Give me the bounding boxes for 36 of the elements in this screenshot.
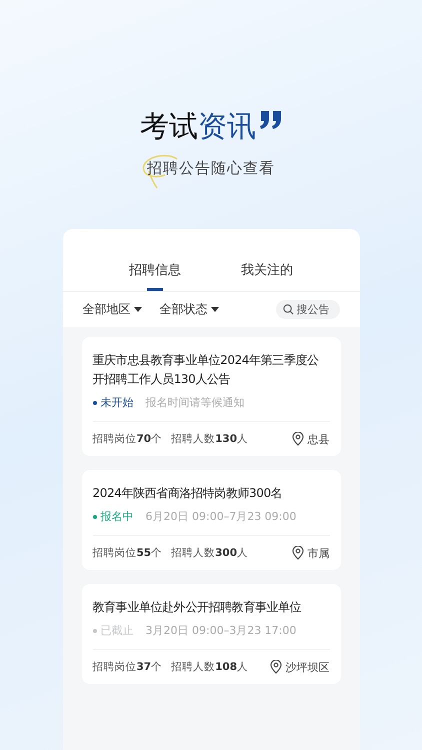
notice-title: 教育事业单位赴外公开招聘教育事业单位 [92,599,302,616]
filter-dropdown[interactable]: 全部状态 [160,301,218,318]
notice-card[interactable]: 重庆市忠县教育事业单位2024年第三季度公开招聘工作人员130人公告 未开始 报名时间请等候通知 招聘岗位70个 招聘人数130人 忠县 [82,337,340,456]
people-count: 招聘人数108人 [171,660,248,674]
quote-icon [260,111,282,129]
position-count: 招聘岗位37个 [92,660,162,674]
signup-time: 3月20日 09:00–3月23 17:00 [146,623,296,638]
location-icon [292,546,304,560]
notice-title: 2024年陕西省商洛招特岗教师300名 [92,485,284,502]
notice-card[interactable]: 教育事业单位赴外公开招聘教育事业单位 已截止 3月20日 09:00–3月23 17:00 招聘岗位37个 招聘人数108人 沙坪坝区 [82,584,340,684]
location-label: 沙坪坝区 [286,660,330,674]
caret-icon [210,307,218,312]
location-icon [292,432,304,446]
filter-dropdown[interactable]: 全部地区 [82,301,142,318]
status-label: 报名中 [100,509,134,524]
page-title: 考试资讯 [140,108,256,145]
notice-card[interactable]: 2024年陕西省商洛招特岗教师300名 报名中 6月20日 09:00–7月23 09:00 招聘岗位55个 招聘人数300人 市属 [82,470,340,570]
subtitle: 招聘公告随心查看 [147,159,275,178]
location-label: 忠县 [308,432,330,446]
people-count: 招聘人数300人 [171,546,248,560]
search-icon [282,304,294,315]
status-label: 已截止 [100,623,134,638]
position-count: 招聘岗位70个 [92,432,162,446]
people-count: 招聘人数130人 [171,432,248,446]
status-label: 未开始 [100,395,134,410]
search-field[interactable]: 搜公告 [276,300,340,319]
tab[interactable]: 我关注的 [241,261,293,291]
location-icon [270,660,282,674]
notice-title: 重庆市忠县教育事业单位2024年第三季度公开招聘工作人员130人公告 [92,352,320,388]
signup-time: 报名时间请等候通知 [146,395,244,410]
caret-icon [134,307,142,312]
position-count: 招聘岗位55个 [92,546,162,560]
tab[interactable]: 招聘信息 [129,261,181,291]
search-input[interactable]: 搜公告 [296,303,332,316]
location-label: 市属 [308,546,330,560]
signup-time: 6月20日 09:00–7月23 09:00 [146,509,296,524]
